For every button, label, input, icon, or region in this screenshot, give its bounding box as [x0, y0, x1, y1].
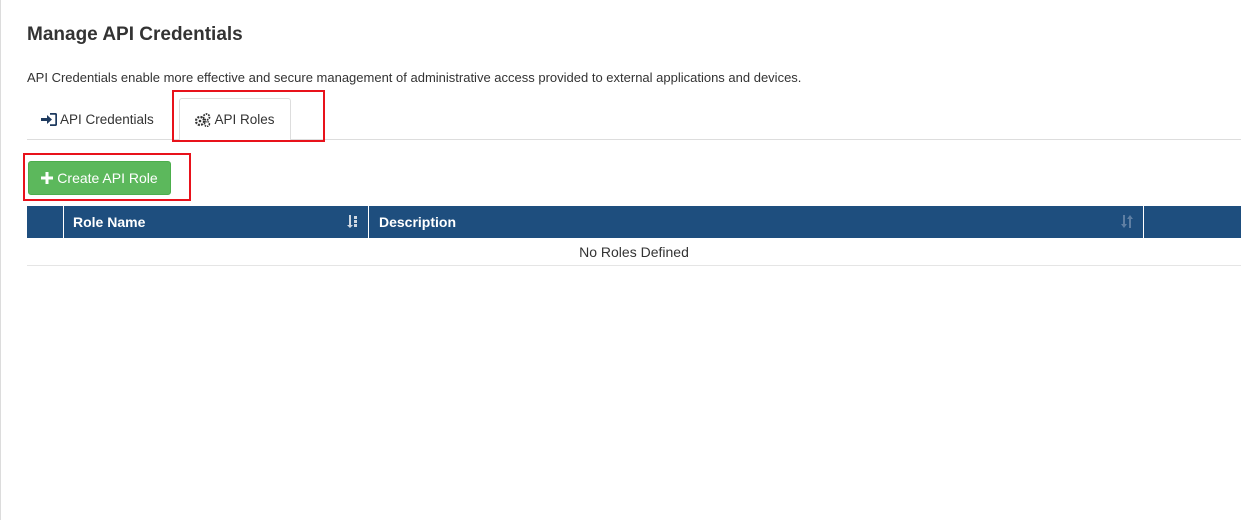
- create-api-role-button[interactable]: Create API Role: [28, 161, 171, 195]
- tab-api-credentials[interactable]: API Credentials: [41, 98, 154, 140]
- description-header-label: Description: [379, 214, 457, 230]
- tab-api-credentials-label: API Credentials: [60, 111, 154, 127]
- sort-ascending-icon[interactable]: [346, 215, 358, 231]
- create-api-role-label: Create API Role: [57, 170, 158, 186]
- tab-bar: API Credentials API Roles: [27, 98, 1241, 141]
- sort-both-icon[interactable]: [1121, 215, 1133, 231]
- actions-column-header: [1144, 206, 1241, 238]
- plus-icon: [41, 170, 54, 187]
- role-name-column-header[interactable]: Role Name: [64, 206, 369, 238]
- tab-api-roles[interactable]: API Roles: [179, 98, 291, 141]
- cogs-icon: [195, 112, 211, 127]
- tab-api-roles-label: API Roles: [214, 112, 275, 127]
- roles-table-header: Role Name Description: [27, 206, 1241, 238]
- role-name-header-label: Role Name: [73, 214, 146, 230]
- empty-table-message: No Roles Defined: [27, 238, 1241, 266]
- sign-in-icon: [41, 112, 57, 126]
- api-credentials-page: Manage API Credentials API Credentials e…: [0, 0, 1248, 520]
- page-description: API Credentials enable more effective an…: [27, 70, 802, 85]
- select-column-header: [27, 206, 64, 238]
- page-title: Manage API Credentials: [27, 24, 243, 45]
- description-column-header[interactable]: Description: [369, 206, 1144, 238]
